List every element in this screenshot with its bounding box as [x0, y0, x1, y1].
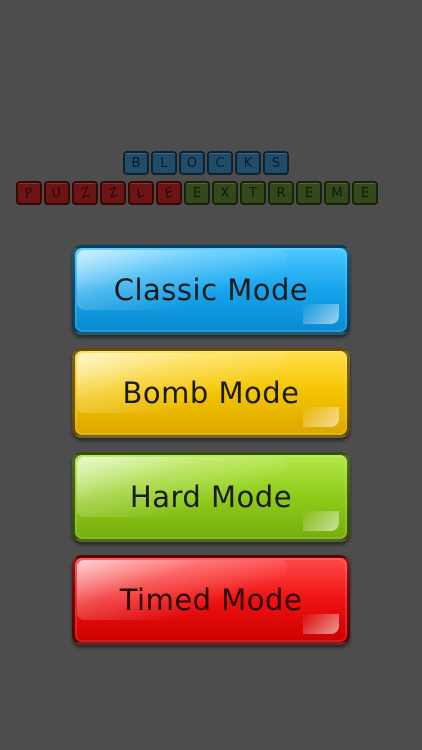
bomb-mode-button[interactable]: Bomb Mode [72, 348, 350, 438]
logo-letter: E [162, 184, 176, 202]
timed-mode-button[interactable]: Timed Mode [72, 555, 350, 645]
logo-tile: Z [100, 181, 126, 205]
logo-tile: T [240, 181, 266, 205]
hard-mode-button[interactable]: Hard Mode [72, 452, 350, 542]
logo-tile: S [263, 151, 289, 175]
logo-tile: O [179, 151, 205, 175]
timed-mode-label: Timed Mode [119, 583, 303, 617]
logo-tile: K [235, 151, 261, 175]
logo-tile: Z [72, 181, 98, 205]
logo-tile: X [212, 181, 238, 205]
button-glint [303, 407, 339, 427]
logo-tile: L [151, 151, 177, 175]
logo-tile: E [296, 181, 322, 205]
logo-row-blocks: B L O C K S [123, 151, 289, 175]
logo-letter: X [220, 185, 230, 201]
logo-letter: C [215, 155, 225, 171]
logo-letter: U [49, 184, 65, 202]
logo-tile: C [207, 151, 233, 175]
logo-letter: B [131, 155, 141, 171]
logo-row-puzzle-extreme: P U Z Z L E E X T R E M E [16, 181, 378, 205]
logo-letter: O [186, 155, 198, 171]
logo-letter: L [160, 155, 168, 171]
logo-letter: E [360, 185, 370, 201]
logo-tile: R [268, 181, 294, 205]
button-glint [303, 614, 339, 634]
logo-letter: L [135, 184, 147, 202]
logo-letter: S [271, 155, 281, 171]
button-glint [303, 304, 339, 324]
logo-tile: E [156, 181, 182, 205]
logo-letter: Z [106, 184, 120, 202]
logo-letter: R [276, 185, 286, 201]
button-glint [303, 511, 339, 531]
classic-mode-button[interactable]: Classic Mode [72, 245, 350, 335]
classic-mode-label: Classic Mode [113, 273, 309, 307]
logo-tile: U [44, 181, 70, 205]
hard-mode-label: Hard Mode [129, 480, 293, 514]
logo-letter: K [243, 155, 253, 171]
logo-tile: P [16, 181, 42, 205]
bomb-mode-label: Bomb Mode [122, 376, 300, 410]
logo-letter: E [304, 185, 314, 201]
logo-tile: E [352, 181, 378, 205]
logo-letter: E [192, 185, 202, 201]
logo-letter: T [249, 185, 257, 201]
logo-tile: M [324, 181, 350, 205]
logo-tile: B [123, 151, 149, 175]
logo-letter: Z [78, 184, 92, 202]
logo-letter: M [331, 185, 343, 201]
logo-letter: P [22, 184, 36, 202]
logo-tile: E [184, 181, 210, 205]
logo-tile: L [128, 181, 154, 205]
